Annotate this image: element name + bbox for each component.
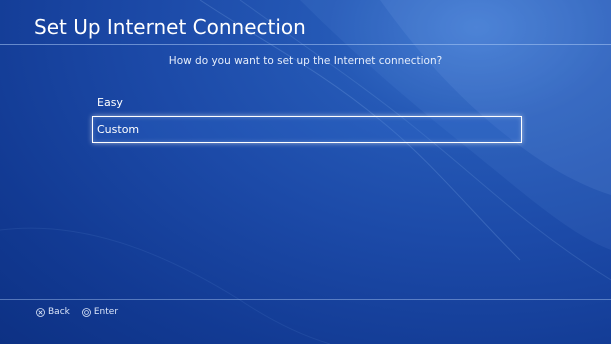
setup-question: How do you want to set up the Internet c… — [168, 55, 443, 67]
enter-label: Enter — [93, 307, 119, 317]
option-custom-label: Custom — [97, 123, 140, 136]
option-custom[interactable]: Custom — [92, 116, 522, 143]
enter-hint[interactable]: Enter — [81, 307, 119, 317]
setup-screen: Set Up Internet Connection How do you wa… — [0, 0, 611, 344]
cross-button-icon — [36, 307, 45, 317]
title-divider — [0, 44, 611, 45]
option-easy-label: Easy — [97, 96, 123, 109]
option-easy[interactable]: Easy — [92, 89, 522, 116]
back-hint[interactable]: Back — [36, 307, 70, 317]
circle-button-icon — [81, 307, 91, 317]
back-label: Back — [48, 307, 70, 317]
button-hints: Back Enter — [36, 305, 130, 319]
footer-divider — [0, 299, 611, 300]
page-title: Set Up Internet Connection — [34, 15, 306, 39]
background-wave — [0, 0, 611, 344]
